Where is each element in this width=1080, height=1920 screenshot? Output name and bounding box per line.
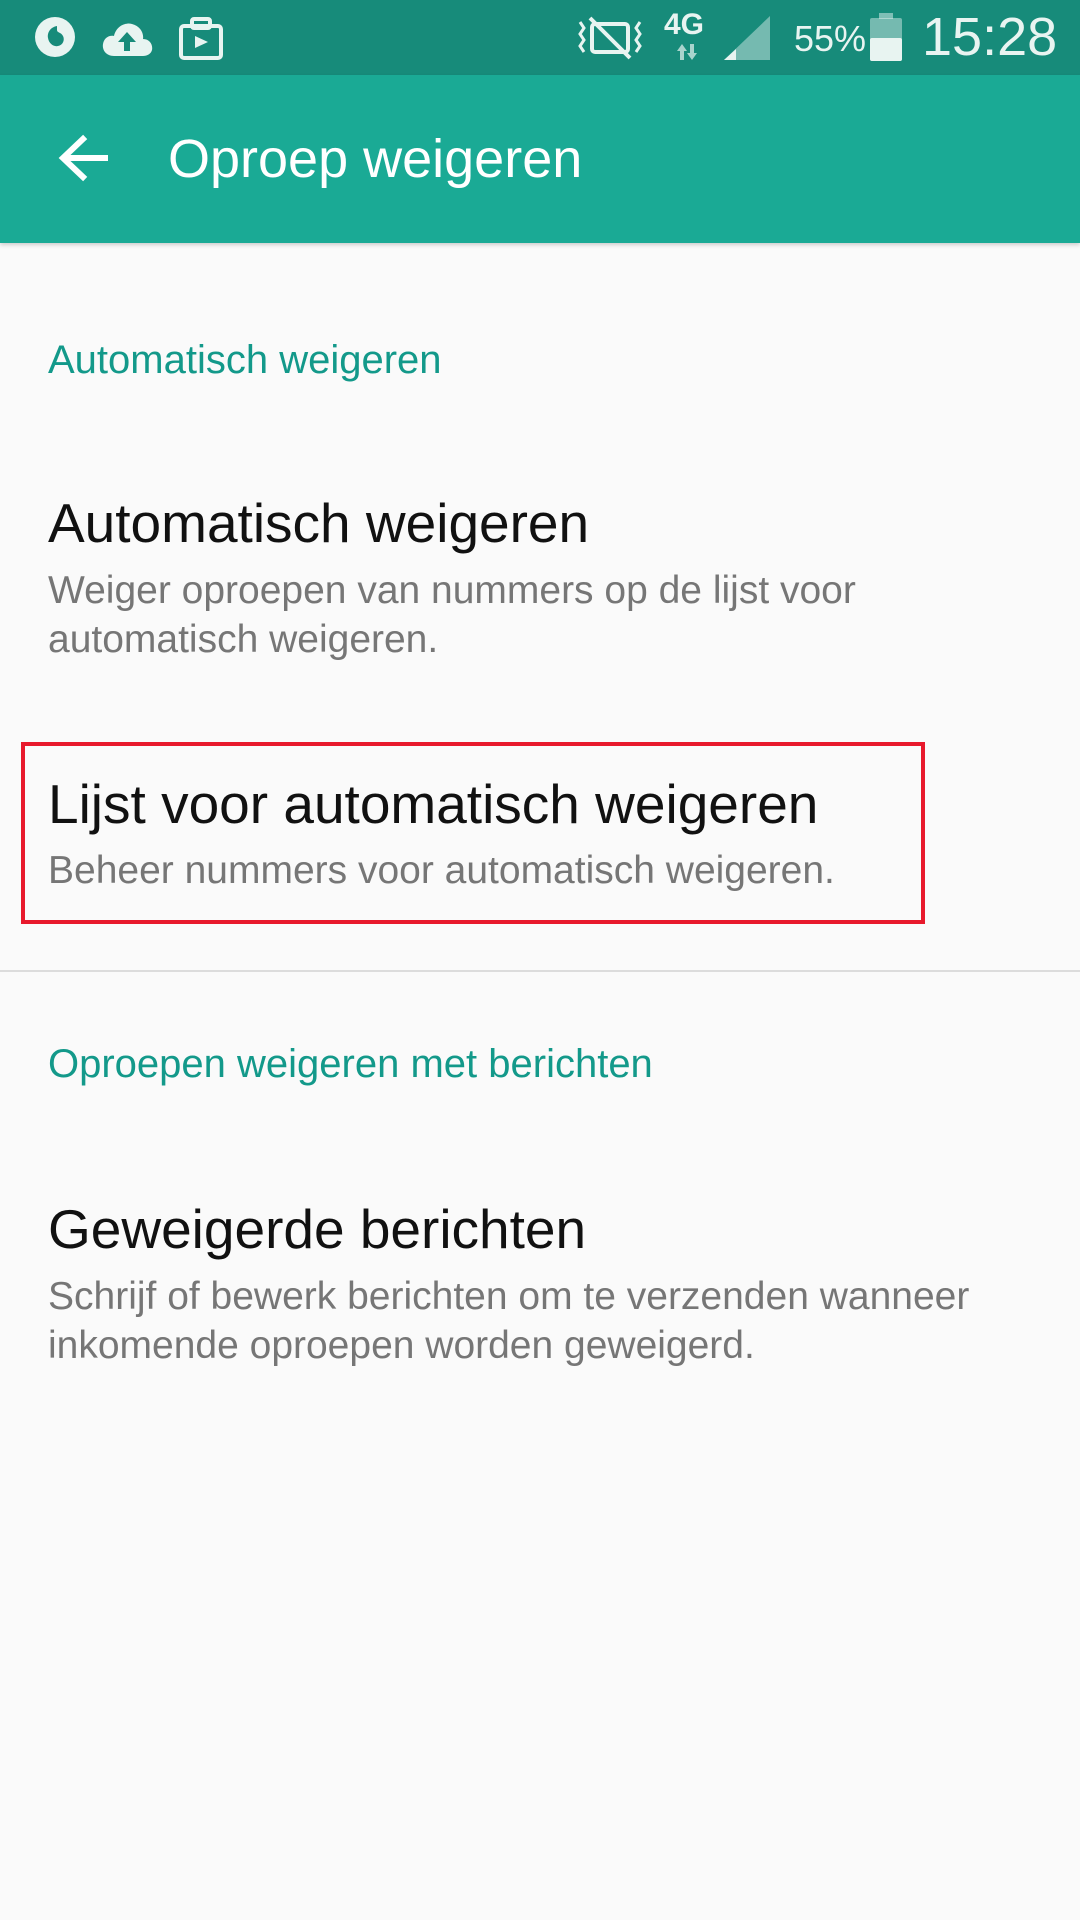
data-arrows-icon	[674, 42, 700, 67]
status-bar: 4G 55% 15:28	[0, 0, 1080, 75]
pref-title: Automatisch weigeren	[48, 492, 590, 554]
back-button[interactable]	[40, 117, 126, 203]
briefcase-icon	[178, 16, 224, 65]
highlight-box	[21, 742, 925, 924]
signal-icon	[722, 14, 772, 67]
cloud-upload-icon	[100, 18, 154, 63]
pref-geweigerde-berichten[interactable]: Geweigerde berichten Schrijf of bewerk b…	[0, 1176, 1080, 1396]
battery-percent: 55%	[794, 18, 867, 59]
battery-icon	[868, 12, 904, 67]
app-bar: Oproep weigeren	[0, 75, 1080, 243]
clock: 15:28	[922, 7, 1058, 67]
section-divider	[0, 970, 1080, 972]
section-header-oproepen-weigeren-met-berichten: Oproepen weigeren met berichten	[48, 1042, 653, 1086]
network-type-label: 4G	[664, 8, 705, 41]
pref-summary: Schrijf of bewerk berichten om te verzen…	[48, 1275, 970, 1367]
page-title: Oproep weigeren	[168, 129, 583, 189]
vibrate-icon	[574, 14, 646, 67]
pref-title: Geweigerde berichten	[48, 1198, 587, 1260]
arrow-back-icon	[57, 134, 109, 187]
pref-automatisch-weigeren[interactable]: Automatisch weigeren Weiger oproepen van…	[0, 470, 1080, 690]
vodafone-icon	[32, 14, 78, 65]
section-header-automatisch-weigeren: Automatisch weigeren	[48, 338, 442, 382]
pref-summary: Weiger oproepen van nummers op de lijst …	[48, 569, 856, 661]
